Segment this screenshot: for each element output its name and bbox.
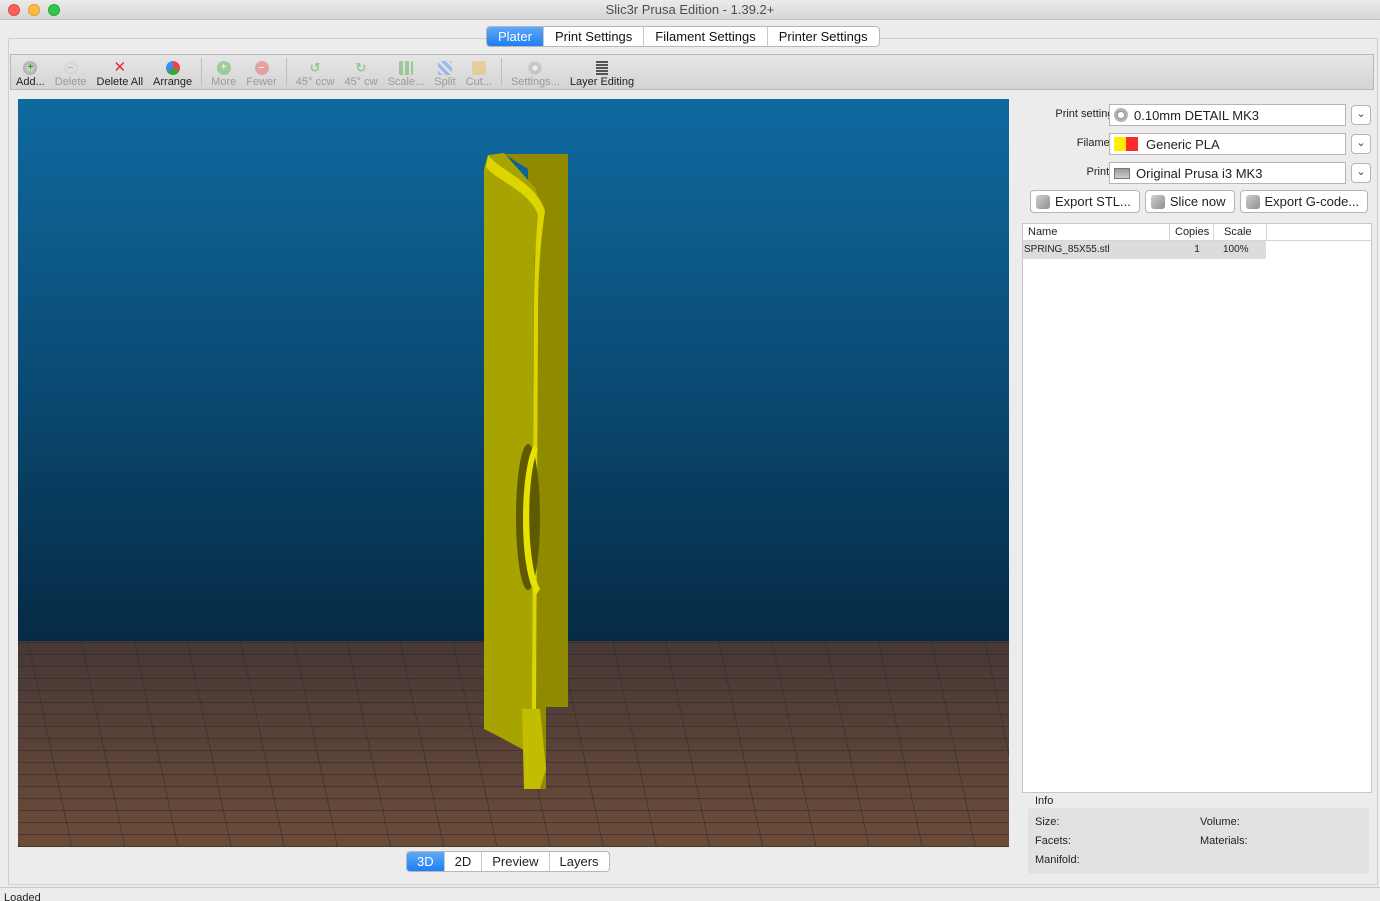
printer-icon (1114, 167, 1130, 179)
chevron-down-icon: ⌄ (1356, 166, 1366, 178)
split-button[interactable]: Split (429, 55, 460, 89)
export-stl-button[interactable]: Export STL... (1030, 190, 1140, 213)
object-list[interactable]: Name Copies Scale SPRING_85X55.stl 1 100… (1022, 223, 1372, 793)
materials-label: Materials: (1200, 835, 1248, 847)
cut-icon (471, 61, 486, 75)
chevron-down-icon: ⌄ (1356, 137, 1366, 149)
zoom-window-button[interactable] (48, 4, 60, 16)
scale-icon (398, 61, 413, 75)
status-text: Loaded (4, 892, 41, 901)
chevron-down-icon: ⌄ (1356, 108, 1366, 120)
filament-combo[interactable]: Generic PLA (1109, 133, 1346, 155)
filament-color-swatch-icon (1114, 137, 1138, 151)
object-list-header: Name Copies Scale (1023, 224, 1371, 241)
info-panel: Info Size: Volume: Facets: Materials: Ma… (1022, 795, 1372, 875)
print-settings-combo[interactable]: 0.10mm DETAIL MK3 (1109, 104, 1346, 126)
action-buttons: Export STL... Slice now Export G-code... (1030, 190, 1369, 213)
more-button[interactable]: + More (206, 55, 241, 89)
toolbar-separator (285, 58, 287, 86)
table-row[interactable]: SPRING_85X55.stl 1 100% (1023, 241, 1266, 259)
add-button[interactable]: + Add... (11, 55, 50, 89)
manifold-label: Manifold: (1035, 854, 1080, 866)
size-label: Size: (1035, 816, 1060, 828)
toolbar-separator (500, 58, 502, 86)
settings-button[interactable]: Settings... (506, 55, 565, 89)
title-bar: Slic3r Prusa Edition - 1.39.2+ (0, 0, 1380, 20)
layers-icon (596, 61, 608, 75)
print-settings-row: Print settings: 0.10mm DETAIL MK3 ⌄ (1024, 104, 1372, 126)
info-title: Info (1035, 795, 1054, 807)
view-tabs: 3D 2D Preview Layers (406, 851, 610, 872)
tab-print-settings[interactable]: Print Settings (544, 27, 645, 46)
status-bar: Loaded (0, 887, 1380, 901)
object-copies-cell: 1 (1194, 244, 1200, 255)
info-body: Size: Volume: Facets: Materials: Manifol… (1028, 808, 1369, 874)
add-icon: + (23, 61, 38, 75)
3d-model-spring[interactable] (478, 149, 598, 799)
column-header-scale[interactable]: Scale (1214, 224, 1267, 240)
tab-2d[interactable]: 2D (445, 852, 483, 871)
fewer-button[interactable]: – Fewer (241, 55, 282, 89)
plater-toolbar: + Add... – Delete ✕ Delete All Arrange +… (10, 54, 1374, 90)
column-header-copies[interactable]: Copies (1170, 224, 1214, 240)
print-settings-dropdown-button[interactable]: ⌄ (1351, 105, 1371, 125)
filament-row: Filament: Generic PLA ⌄ (1024, 133, 1372, 155)
delete-icon: – (63, 61, 78, 75)
export-gcode-button[interactable]: Export G-code... (1239, 190, 1369, 213)
tab-preview[interactable]: Preview (482, 852, 550, 871)
plus-icon: + (216, 61, 231, 75)
minus-icon: – (254, 61, 269, 75)
split-icon (437, 61, 452, 75)
arrange-icon (165, 61, 180, 75)
minimize-window-button[interactable] (28, 4, 40, 16)
layer-editing-button[interactable]: Layer Editing (565, 55, 639, 89)
main-tabs: Plater Print Settings Filament Settings … (486, 26, 880, 47)
3d-viewport[interactable] (18, 99, 1009, 847)
delete-button[interactable]: – Delete (50, 55, 92, 89)
rotate-ccw-icon: ↺ (309, 60, 321, 75)
facets-label: Facets: (1035, 835, 1072, 847)
tab-layers[interactable]: Layers (550, 852, 609, 871)
filament-dropdown-button[interactable]: ⌄ (1351, 134, 1371, 154)
delete-all-icon: ✕ (113, 59, 127, 76)
slice-icon (1150, 194, 1165, 209)
rotate-cw-icon: ↻ (355, 60, 367, 75)
filament-value: Generic PLA (1146, 136, 1220, 152)
slice-now-button[interactable]: Slice now (1144, 190, 1235, 213)
printer-value: Original Prusa i3 MK3 (1136, 165, 1263, 181)
gear-icon (1114, 108, 1128, 122)
close-window-button[interactable] (8, 4, 20, 16)
delete-all-button[interactable]: ✕ Delete All (92, 55, 148, 89)
tab-filament-settings[interactable]: Filament Settings (644, 27, 768, 46)
export-icon (1036, 194, 1050, 209)
tab-plater[interactable]: Plater (487, 27, 544, 46)
rotate-cw-button[interactable]: ↻ 45° cw (339, 55, 382, 89)
toolbar-separator (201, 58, 203, 86)
tab-3d[interactable]: 3D (407, 852, 445, 871)
arrange-button[interactable]: Arrange (148, 55, 197, 89)
print-settings-value: 0.10mm DETAIL MK3 (1134, 107, 1259, 123)
cut-button[interactable]: Cut... (461, 55, 497, 89)
object-scale-cell: 100% (1223, 244, 1249, 255)
volume-label: Volume: (1200, 816, 1240, 828)
printer-dropdown-button[interactable]: ⌄ (1351, 163, 1371, 183)
gear-icon (528, 61, 543, 75)
printer-row: Printer: Original Prusa i3 MK3 ⌄ (1024, 162, 1372, 184)
column-header-name[interactable]: Name (1023, 224, 1170, 240)
window-title: Slic3r Prusa Edition - 1.39.2+ (605, 2, 775, 17)
object-name-cell: SPRING_85X55.stl (1024, 244, 1110, 255)
printer-combo[interactable]: Original Prusa i3 MK3 (1109, 162, 1346, 184)
tab-printer-settings[interactable]: Printer Settings (768, 27, 879, 46)
rotate-ccw-button[interactable]: ↺ 45° ccw (291, 55, 340, 89)
scale-button[interactable]: Scale... (383, 55, 430, 89)
export-icon (1245, 194, 1260, 209)
